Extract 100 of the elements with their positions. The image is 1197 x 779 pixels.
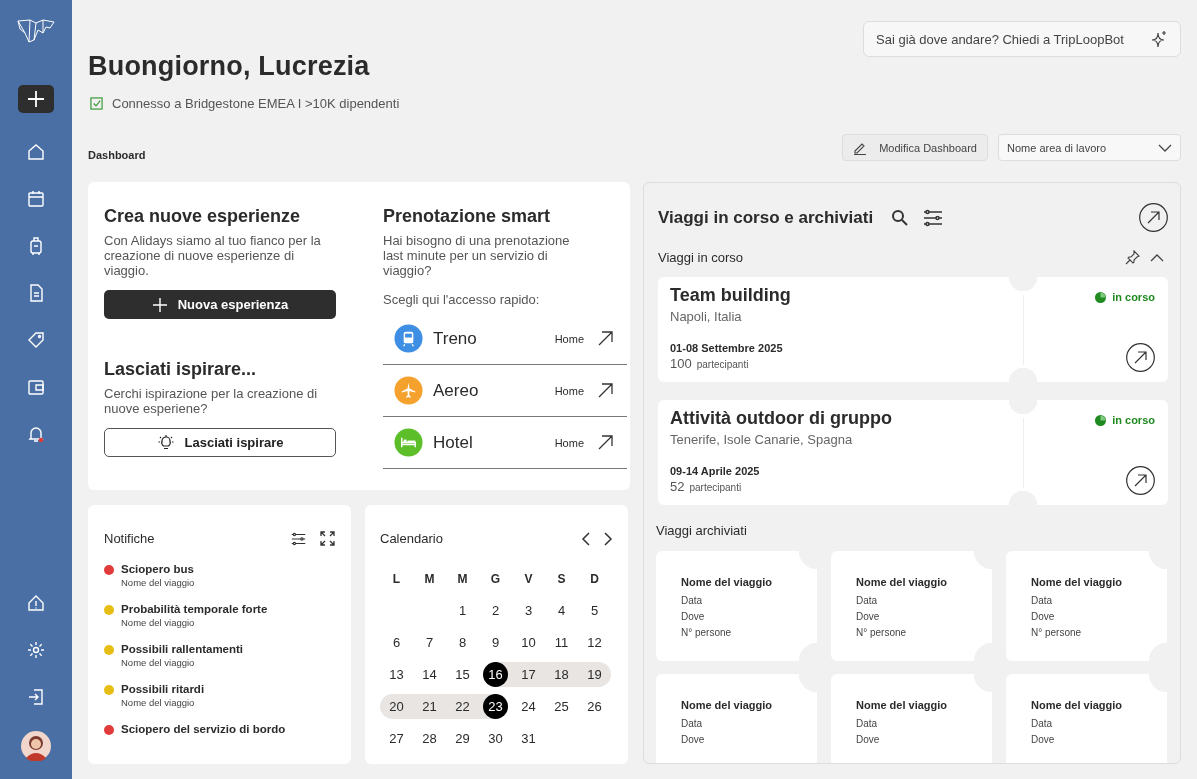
calendar-day[interactable]: 3 bbox=[512, 598, 545, 623]
trip-card[interactable]: Attività outdoor di gruppo Tenerife, Isole Canarie, Spagna 09-14 Aprile 2025 52 partecipanti in corso bbox=[658, 400, 1168, 505]
chevron-right-icon[interactable] bbox=[604, 531, 613, 546]
logo-icon bbox=[16, 18, 56, 44]
notification-title[interactable]: Sciopero bus bbox=[121, 563, 195, 575]
calendar-day[interactable]: 18 bbox=[545, 662, 578, 687]
calendar-day[interactable]: 26 bbox=[578, 694, 611, 719]
calendar-day[interactable]: 24 bbox=[512, 694, 545, 719]
archived-trip-card[interactable]: Nome del viaggio Data Dove bbox=[1006, 674, 1167, 763]
filter-icon[interactable] bbox=[923, 208, 944, 227]
weekday-label: D bbox=[589, 571, 600, 586]
archived-trip-card[interactable]: Nome del viaggio Data Dove N° persone bbox=[1006, 551, 1167, 661]
calendar-day[interactable]: 10 bbox=[512, 630, 545, 655]
notification-title[interactable]: Possibili rallentamenti bbox=[121, 643, 244, 655]
edit-dashboard-button[interactable]: Modifica Dashboard bbox=[842, 134, 988, 161]
calendar-day[interactable]: 15 bbox=[446, 662, 479, 687]
notification-title[interactable]: Possibili ritardi bbox=[121, 683, 205, 695]
trip-name: Nome del viaggio bbox=[681, 699, 774, 711]
add-button[interactable] bbox=[18, 85, 54, 113]
calendar-day[interactable]: 2 bbox=[479, 598, 512, 623]
calendar-day[interactable]: 14 bbox=[413, 662, 446, 687]
calendar-day[interactable]: 17 bbox=[512, 662, 545, 687]
arrow-up-right-icon[interactable] bbox=[598, 435, 613, 450]
option-label: Aereo bbox=[433, 380, 480, 401]
settings-icon[interactable] bbox=[26, 640, 46, 660]
calendar-day[interactable]: 11 bbox=[545, 630, 578, 655]
calendar-day[interactable]: 12 bbox=[578, 630, 611, 655]
tag-icon[interactable] bbox=[26, 330, 46, 350]
workspace-dropdown[interactable]: Nome area di lavoro bbox=[998, 134, 1181, 161]
card-title: Calendario bbox=[380, 531, 443, 546]
option-link[interactable]: Home bbox=[554, 332, 584, 345]
calendar-day[interactable]: 25 bbox=[545, 694, 578, 719]
archived-trip-card[interactable]: Nome del viaggio Data Dove bbox=[656, 674, 817, 763]
trip-people: N° persone bbox=[681, 626, 733, 640]
calendar-day[interactable]: 1 bbox=[446, 598, 479, 623]
wallet-icon[interactable] bbox=[26, 377, 46, 397]
participant-count: 52 bbox=[670, 479, 685, 494]
chevron-up-icon[interactable] bbox=[1150, 253, 1164, 262]
notification-trip: Nome del viaggio bbox=[121, 617, 196, 628]
plus-icon bbox=[26, 89, 46, 109]
assistant-field[interactable]: Sai già dove andare? Chiedi a TripLoopBot bbox=[863, 21, 1181, 57]
arrow-up-right-icon[interactable] bbox=[598, 383, 613, 398]
option-label: Hotel bbox=[433, 432, 474, 453]
subsection-title: Viaggi in corso bbox=[658, 250, 744, 265]
notification-title[interactable]: Sciopero del servizio di bordo bbox=[121, 723, 286, 735]
participant-label: partecipanti bbox=[689, 482, 742, 493]
trip-place: Dove bbox=[681, 610, 706, 624]
calendar-day[interactable]: 31 bbox=[512, 726, 545, 751]
trip-card[interactable]: Team building Napoli, Italia 01-08 Settembre 2025 100 partecipanti in corso bbox=[658, 277, 1168, 382]
quick-access-row[interactable]: Aereo Home bbox=[383, 365, 627, 417]
notification-trip: Nome del viaggio bbox=[121, 657, 196, 668]
calendar-day[interactable]: 22 bbox=[446, 694, 479, 719]
calendar-day[interactable]: 28 bbox=[413, 726, 446, 751]
quick-access-row[interactable]: Treno Home bbox=[383, 313, 627, 365]
calendar-day[interactable]: 13 bbox=[380, 662, 413, 687]
calendar-day[interactable]: 27 bbox=[380, 726, 413, 751]
calendar-day[interactable]: 29 bbox=[446, 726, 479, 751]
logout-icon[interactable] bbox=[26, 687, 46, 707]
greeting-title: Buongiorno, Lucrezia bbox=[88, 51, 371, 82]
trip-place: Dove bbox=[856, 610, 881, 624]
trip-date: Data bbox=[681, 594, 704, 608]
alert-icon[interactable] bbox=[26, 593, 46, 613]
archived-trip-card[interactable]: Nome del viaggio Data Dove N° persone bbox=[656, 551, 817, 661]
trip-place: Dove bbox=[1031, 733, 1056, 747]
calendar-day[interactable]: 20 bbox=[380, 694, 413, 719]
avatar[interactable] bbox=[21, 731, 51, 761]
option-link[interactable]: Home bbox=[554, 384, 584, 397]
section-text: Scegli qui l'accesso rapido: bbox=[383, 292, 541, 307]
notification-title[interactable]: Probabilità temporale forte bbox=[121, 603, 268, 615]
new-experience-button[interactable]: Nuova esperienza bbox=[104, 290, 336, 319]
trip-name: Team building bbox=[670, 285, 792, 306]
filter-icon[interactable] bbox=[291, 531, 306, 546]
calendar-day[interactable]: 7 bbox=[413, 630, 446, 655]
trip-place: Napoli, Italia bbox=[670, 309, 743, 324]
calendar-day[interactable]: 8 bbox=[446, 630, 479, 655]
calendar-day[interactable]: 21 bbox=[413, 694, 446, 719]
section-text: Con Alidays siamo al tuo fianco per la creazione di nuove esperienze di viaggio. bbox=[104, 233, 322, 278]
home-icon[interactable] bbox=[26, 142, 46, 162]
arrow-up-right-icon[interactable] bbox=[598, 331, 613, 346]
calendar-day[interactable]: 19 bbox=[578, 662, 611, 687]
section-title: Lasciati ispirare... bbox=[104, 359, 258, 380]
trip-place: Dove bbox=[856, 733, 881, 747]
calendar-day[interactable]: 6 bbox=[380, 630, 413, 655]
inspire-button[interactable]: Lasciati ispirare bbox=[104, 428, 336, 457]
calendar-day[interactable]: 5 bbox=[578, 598, 611, 623]
weekday-label: G bbox=[489, 571, 502, 586]
option-link[interactable]: Home bbox=[554, 436, 584, 449]
calendar-day[interactable]: 9 bbox=[479, 630, 512, 655]
section-title: Prenotazione smart bbox=[383, 206, 552, 227]
archived-trip-card[interactable]: Nome del viaggio Data Dove N° persone bbox=[831, 551, 992, 661]
calendar-day[interactable]: 30 bbox=[479, 726, 512, 751]
chevron-left-icon[interactable] bbox=[581, 531, 590, 546]
search-icon[interactable] bbox=[891, 208, 910, 227]
archived-trip-card[interactable]: Nome del viaggio Data Dove bbox=[831, 674, 992, 763]
bell-icon[interactable] bbox=[26, 424, 46, 444]
calendar-icon[interactable] bbox=[26, 189, 46, 209]
pin-icon[interactable] bbox=[1125, 250, 1140, 265]
expand-icon[interactable] bbox=[320, 531, 335, 546]
calendar-day[interactable]: 4 bbox=[545, 598, 578, 623]
quick-access-row[interactable]: Hotel Home bbox=[383, 417, 627, 469]
